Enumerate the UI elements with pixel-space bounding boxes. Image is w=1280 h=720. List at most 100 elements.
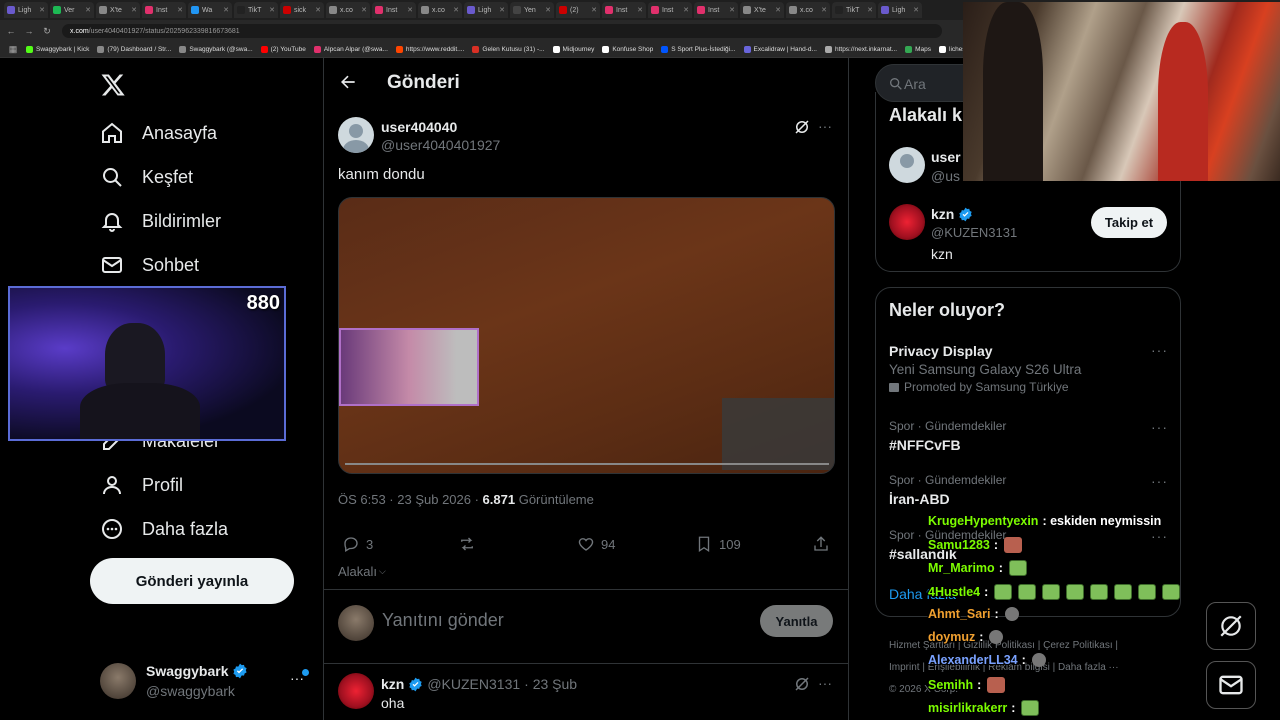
footer-link[interactable]: Çerez Politikası bbox=[1043, 640, 1112, 651]
bookmark-item[interactable]: Konfuse Shop bbox=[602, 46, 653, 53]
browser-tab[interactable]: Ligh ✕ bbox=[4, 2, 48, 18]
trend-item[interactable]: Spor · Gündemdekiler İran-ABD bbox=[889, 473, 1006, 507]
close-icon[interactable]: ✕ bbox=[223, 6, 229, 14]
post-author-name[interactable]: user404040 bbox=[381, 119, 457, 135]
browser-tab[interactable]: Yen ✕ bbox=[510, 2, 554, 18]
video-progress-bar[interactable] bbox=[345, 463, 829, 465]
forward-arrow-icon[interactable]: → bbox=[22, 26, 36, 36]
chat-username[interactable]: doymuz bbox=[928, 630, 975, 644]
close-icon[interactable]: ✕ bbox=[269, 6, 275, 14]
close-icon[interactable]: ✕ bbox=[683, 6, 689, 14]
browser-tab[interactable]: Ver ✕ bbox=[50, 2, 94, 18]
bookmark-item[interactable]: Alpcan Alpar (@swa... bbox=[313, 46, 388, 53]
trend-item[interactable]: Spor · Gündemdekiler #NFFCvFB bbox=[889, 419, 1006, 453]
post-author-handle[interactable]: @user4040401927 bbox=[381, 137, 500, 153]
chat-username[interactable]: Semihh bbox=[928, 678, 973, 692]
grok-icon[interactable] bbox=[793, 675, 811, 698]
bookmark-stat[interactable]: 109 bbox=[695, 535, 741, 553]
browser-tab[interactable]: TikT ✕ bbox=[234, 2, 278, 18]
follow-button[interactable]: Takip et bbox=[1091, 207, 1167, 238]
chat-username[interactable]: Ahmt_Sari bbox=[928, 607, 991, 621]
browser-tab[interactable]: x.co ✕ bbox=[326, 2, 370, 18]
related-user1-name[interactable]: user bbox=[931, 149, 961, 165]
browser-tab[interactable]: Wa ✕ bbox=[188, 2, 232, 18]
reply-avatar[interactable] bbox=[338, 673, 374, 709]
close-icon[interactable]: ✕ bbox=[821, 6, 827, 14]
messages-floating-button[interactable] bbox=[1206, 661, 1256, 709]
browser-tab[interactable]: Inst ✕ bbox=[372, 2, 416, 18]
post-button[interactable]: Gönderi yayınla bbox=[90, 558, 294, 604]
close-icon[interactable]: ✕ bbox=[407, 6, 413, 14]
close-icon[interactable]: ✕ bbox=[361, 6, 367, 14]
bookmark-item[interactable]: Swaggybark | Kick bbox=[26, 46, 89, 53]
browser-tab[interactable]: Ligh ✕ bbox=[464, 2, 508, 18]
reply-button[interactable]: Yanıtla bbox=[760, 605, 833, 637]
browser-tab[interactable]: Inst ✕ bbox=[694, 2, 738, 18]
related-user1-handle[interactable]: @us bbox=[931, 168, 960, 184]
trend-more-icon[interactable]: ··· bbox=[1151, 528, 1168, 544]
related-user1-avatar[interactable] bbox=[889, 147, 925, 183]
bookmark-item[interactable]: Maps bbox=[905, 46, 931, 53]
trend-more-icon[interactable]: ··· bbox=[1151, 473, 1168, 489]
browser-tab[interactable]: X'te ✕ bbox=[96, 2, 140, 18]
reply-author-handle[interactable]: @KUZEN3131 bbox=[427, 676, 520, 692]
browser-tab[interactable]: TikT ✕ bbox=[832, 2, 876, 18]
back-button[interactable] bbox=[338, 72, 360, 94]
back-arrow-icon[interactable]: ← bbox=[4, 26, 18, 36]
trend-more-icon[interactable]: ··· bbox=[1151, 342, 1168, 358]
browser-tab[interactable]: x.co ✕ bbox=[786, 2, 830, 18]
browser-tab[interactable]: (2) ✕ bbox=[556, 2, 600, 18]
reload-icon[interactable]: ↻ bbox=[40, 26, 54, 37]
close-icon[interactable]: ✕ bbox=[545, 6, 551, 14]
close-icon[interactable]: ✕ bbox=[85, 6, 91, 14]
chat-username[interactable]: Mr_Marimo bbox=[928, 561, 995, 575]
apps-icon[interactable]: ▦ bbox=[6, 44, 20, 55]
browser-tab[interactable]: Inst ✕ bbox=[142, 2, 186, 18]
sidebar-item-more-circle[interactable]: Daha fazla bbox=[100, 514, 228, 544]
bookmark-item[interactable]: Midjourney bbox=[552, 46, 594, 53]
bookmark-item[interactable]: (79) Dashboard / Str... bbox=[97, 46, 171, 53]
footer-link[interactable]: Imprint bbox=[889, 662, 920, 673]
bookmark-item[interactable]: https://next.inkarnat... bbox=[824, 46, 897, 53]
reply-more-icon[interactable]: ··· bbox=[818, 675, 832, 691]
sidebar-item-search[interactable]: Keşfet bbox=[100, 162, 193, 192]
reply-stat[interactable]: 3 bbox=[342, 535, 373, 553]
bookmark-item[interactable]: https://www.reddit.... bbox=[395, 46, 464, 53]
bookmark-item[interactable]: (2) YouTube bbox=[260, 46, 306, 53]
grok-icon[interactable] bbox=[793, 118, 811, 141]
sidebar-item-person[interactable]: Profil bbox=[100, 470, 183, 500]
close-icon[interactable]: ✕ bbox=[499, 6, 505, 14]
close-icon[interactable]: ✕ bbox=[131, 6, 137, 14]
close-icon[interactable]: ✕ bbox=[637, 6, 643, 14]
sidebar-item-home[interactable]: Anasayfa bbox=[100, 118, 217, 148]
url-field[interactable]: x.com/user4040401927/status/202596233981… bbox=[62, 24, 942, 38]
close-icon[interactable]: ✕ bbox=[453, 6, 459, 14]
browser-tab[interactable]: Inst ✕ bbox=[648, 2, 692, 18]
browser-tab[interactable]: Ligh ✕ bbox=[878, 2, 922, 18]
close-icon[interactable]: ✕ bbox=[315, 6, 321, 14]
browser-tab[interactable]: sick ✕ bbox=[280, 2, 324, 18]
chat-username[interactable]: AlexanderLL34 bbox=[928, 653, 1018, 667]
trend-more-icon[interactable]: ··· bbox=[1151, 419, 1168, 435]
post-video[interactable] bbox=[338, 197, 835, 474]
bookmark-item[interactable]: Gelen Kutusu (31) -... bbox=[472, 46, 545, 53]
relevance-dropdown[interactable]: Alakalı ⌵ bbox=[338, 564, 386, 579]
browser-tab[interactable]: x.co ✕ bbox=[418, 2, 462, 18]
chat-username[interactable]: misirlikrakerr bbox=[928, 701, 1007, 715]
close-icon[interactable]: ✕ bbox=[39, 6, 45, 14]
reply-input[interactable]: Yanıtını gönder bbox=[382, 610, 504, 631]
close-icon[interactable]: ✕ bbox=[867, 6, 873, 14]
chat-username[interactable]: KrugeHypentyexin bbox=[928, 514, 1038, 528]
grok-floating-button[interactable] bbox=[1206, 602, 1256, 650]
close-icon[interactable]: ✕ bbox=[591, 6, 597, 14]
chat-username[interactable]: 4Hustle4 bbox=[928, 585, 980, 599]
related-user2-avatar[interactable] bbox=[889, 204, 925, 240]
browser-tab[interactable]: X'te ✕ bbox=[740, 2, 784, 18]
post-more-icon[interactable]: ··· bbox=[818, 118, 832, 134]
sidebar-item-mail[interactable]: Sohbet bbox=[100, 250, 199, 280]
related-user2-name[interactable]: kzn bbox=[931, 206, 954, 222]
footer-link[interactable]: Daha fazla ··· bbox=[1058, 662, 1119, 673]
close-icon[interactable]: ✕ bbox=[775, 6, 781, 14]
reply-author-name[interactable]: kzn bbox=[381, 676, 404, 692]
x-logo[interactable] bbox=[100, 72, 126, 98]
